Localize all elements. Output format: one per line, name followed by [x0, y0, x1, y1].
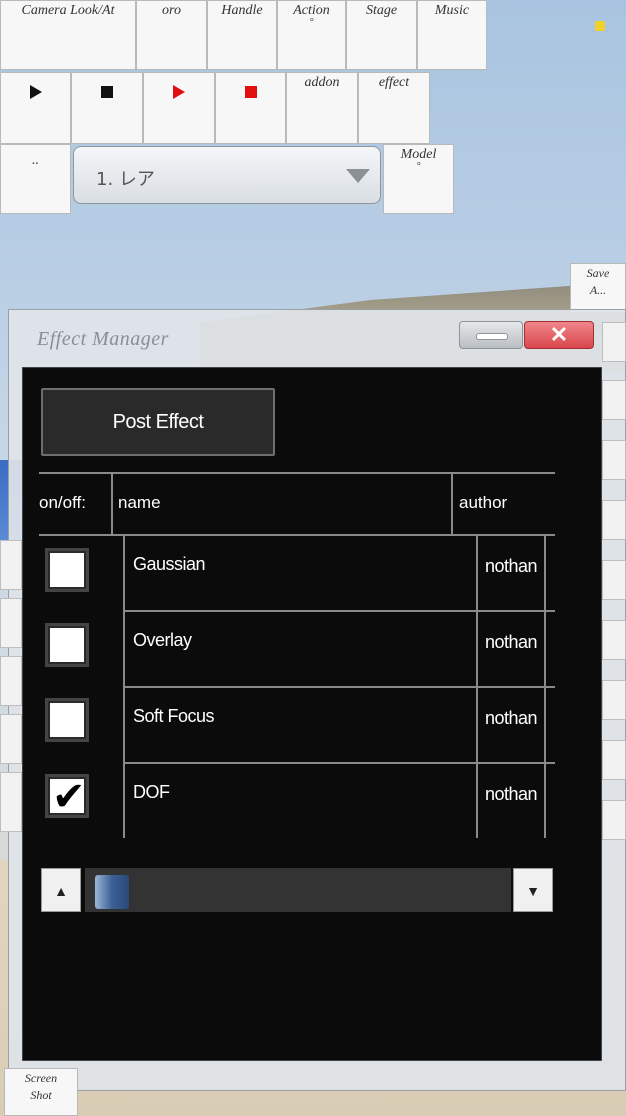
effect-author: nothan: [485, 708, 538, 728]
side-tab[interactable]: [602, 680, 626, 720]
window-title: Effect Manager: [37, 328, 169, 350]
save-button[interactable]: Save A...: [570, 263, 626, 313]
screenshot-label-line1: Screen: [24, 1071, 58, 1085]
side-tab[interactable]: [602, 800, 626, 840]
side-tab[interactable]: [602, 560, 626, 600]
music-label: Music: [434, 3, 470, 18]
model-label: Model: [400, 147, 437, 162]
music-button[interactable]: Music: [417, 0, 487, 70]
action-label: Action: [293, 3, 330, 18]
side-tab[interactable]: [0, 656, 22, 706]
effect-name: Soft Focus: [133, 706, 215, 726]
chevron-down-icon: [346, 169, 370, 183]
oro-button[interactable]: oro: [136, 0, 207, 70]
side-tab[interactable]: [0, 714, 22, 764]
minimize-button[interactable]: [459, 321, 523, 349]
effect-toggle-checkbox[interactable]: [45, 623, 89, 667]
side-tab[interactable]: [602, 440, 626, 480]
effect-button[interactable]: effect: [358, 72, 430, 144]
more-button[interactable]: ..: [0, 144, 71, 214]
stage-label: Stage: [365, 3, 398, 18]
scroll-left-button[interactable]: ▲: [41, 868, 81, 912]
side-tab[interactable]: [0, 772, 22, 832]
effect-name: Overlay: [133, 630, 192, 650]
dropdown-value: 1. レア: [96, 169, 155, 190]
row-divider: [123, 610, 555, 612]
divider: [39, 472, 555, 474]
arrow-down-icon: ▼: [526, 883, 540, 899]
play-button[interactable]: [0, 72, 71, 144]
side-tab[interactable]: [602, 322, 626, 362]
checkmark-icon: ✔: [52, 774, 86, 820]
save-label-line2: A...: [589, 283, 607, 297]
horizontal-scrollbar[interactable]: [85, 868, 511, 912]
minimize-icon: [476, 333, 508, 340]
effect-author: nothan: [485, 632, 538, 652]
row-divider: [123, 762, 555, 764]
red-stop-icon: [244, 86, 257, 98]
stop-button[interactable]: [71, 72, 143, 144]
handle-button[interactable]: Handle: [207, 0, 277, 70]
red-play-icon: [173, 85, 185, 99]
side-tab[interactable]: [0, 598, 22, 648]
addon-button[interactable]: addon: [286, 72, 358, 144]
column-divider: [123, 536, 125, 838]
effect-toggle-checkbox[interactable]: ✔: [45, 774, 89, 820]
model-sub: °: [416, 161, 421, 172]
column-divider: [476, 536, 478, 838]
oro-label: oro: [162, 3, 181, 18]
arrow-up-icon: ▲: [54, 883, 68, 899]
action-button[interactable]: Action °: [277, 0, 346, 70]
model-button[interactable]: Model °: [383, 144, 454, 214]
close-button[interactable]: ✕: [524, 321, 594, 349]
effect-list-panel: Post Effect on/off: name author Gaussian…: [22, 367, 602, 1061]
side-tab[interactable]: [602, 500, 626, 540]
header-onoff: on/off:: [39, 493, 86, 512]
header-author: author: [459, 493, 508, 512]
effect-label: effect: [378, 75, 410, 90]
status-indicator: [595, 21, 605, 31]
scrollbar-thumb[interactable]: [95, 875, 129, 909]
model-select-dropdown[interactable]: 1. レア: [73, 146, 381, 204]
row-divider: [123, 686, 555, 688]
effect-toggle-checkbox[interactable]: [45, 698, 89, 742]
addon-label: addon: [304, 75, 340, 90]
scroll-right-button[interactable]: ▼: [513, 868, 553, 912]
effect-name: DOF: [133, 782, 170, 802]
save-label-line1: Save: [586, 266, 610, 280]
record-play-button[interactable]: [143, 72, 215, 144]
more-label: ..: [32, 153, 39, 168]
effect-author: nothan: [485, 556, 538, 576]
play-icon: [29, 85, 42, 99]
side-tab[interactable]: [602, 380, 626, 420]
post-effect-button[interactable]: Post Effect: [41, 388, 275, 456]
camera-lookat-label: Camera Look/At: [21, 3, 115, 18]
stop-icon: [101, 86, 113, 98]
divider: [111, 472, 113, 536]
header-name: name: [118, 493, 161, 512]
side-tab[interactable]: [0, 540, 22, 590]
effect-author: nothan: [485, 784, 538, 804]
stage-button[interactable]: Stage: [346, 0, 417, 70]
divider: [451, 472, 453, 536]
column-divider: [544, 536, 546, 838]
close-icon: ✕: [549, 322, 569, 347]
action-sub: °: [309, 17, 314, 28]
effect-toggle-checkbox[interactable]: [45, 548, 89, 592]
side-tab[interactable]: [602, 620, 626, 660]
handle-label: Handle: [221, 3, 263, 18]
screenshot-label-line2: Shot: [30, 1088, 52, 1102]
side-tab[interactable]: [602, 740, 626, 780]
screenshot-button[interactable]: Screen Shot: [4, 1068, 78, 1116]
effect-name: Gaussian: [133, 554, 206, 574]
record-stop-button[interactable]: [215, 72, 286, 144]
camera-lookat-button[interactable]: Camera Look/At: [0, 0, 136, 70]
